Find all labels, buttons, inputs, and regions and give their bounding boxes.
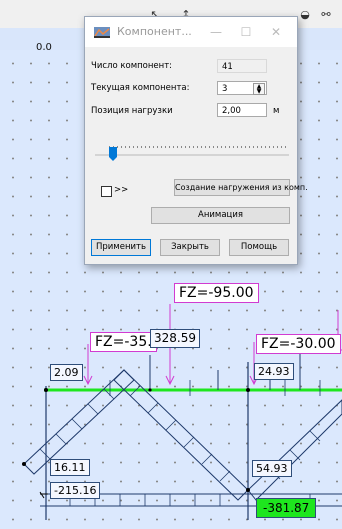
- expand-checkbox-label: >>: [114, 185, 129, 195]
- expand-checkbox[interactable]: [101, 186, 112, 197]
- slider-ticks: [109, 146, 289, 148]
- dialog-titlebar[interactable]: Компонент... — ☐ ✕: [85, 17, 297, 47]
- load-label-fz-30[interactable]: FZ=-30.00: [256, 334, 341, 354]
- force-value-215-16[interactable]: -215.16: [50, 482, 101, 499]
- dialog-title: Компонент...: [117, 25, 192, 38]
- load-label-fz-95[interactable]: FZ=-95.00: [174, 283, 259, 303]
- force-value-328[interactable]: 328.59: [150, 329, 200, 348]
- force-value-381-87[interactable]: -381.87: [256, 498, 317, 518]
- bucket-icon[interactable]: ◒: [297, 8, 313, 22]
- component-dialog: Компонент... — ☐ ✕ Число компонент: 41 Т…: [84, 16, 308, 265]
- load-position-input[interactable]: 2,00: [217, 103, 267, 117]
- force-value-16-11[interactable]: 16.11: [50, 459, 90, 476]
- force-value-2-09[interactable]: 2.09: [50, 364, 83, 381]
- close-button[interactable]: Закрыть: [160, 239, 220, 256]
- apply-button[interactable]: Применить: [91, 239, 151, 256]
- create-load-button[interactable]: Создание нагружения из комп.: [174, 179, 308, 196]
- link-icon[interactable]: ⚯: [318, 8, 334, 22]
- force-value-54-93[interactable]: 54.93: [252, 460, 292, 477]
- current-component-label: Текущая компонента:: [91, 83, 190, 93]
- app-icon: [94, 27, 110, 38]
- position-slider[interactable]: [95, 154, 289, 156]
- slider-thumb[interactable]: [108, 147, 117, 161]
- load-position-unit: м: [273, 106, 280, 116]
- load-label-fz-35[interactable]: FZ=-35.: [90, 332, 157, 352]
- spin-updown-icon[interactable]: ▲ ▼: [253, 83, 265, 95]
- close-icon[interactable]: ✕: [265, 23, 287, 41]
- animation-button[interactable]: Анимация: [151, 207, 290, 224]
- component-count-field: 41: [217, 59, 267, 73]
- current-component-stepper[interactable]: 3 ▲ ▼: [217, 81, 267, 95]
- help-button[interactable]: Помощь: [229, 239, 289, 256]
- minimize-icon[interactable]: —: [205, 23, 227, 41]
- maximize-icon[interactable]: ☐: [235, 23, 257, 41]
- current-component-value: 3: [222, 84, 228, 94]
- component-count-label: Число компонент:: [91, 61, 173, 71]
- force-value-24-93[interactable]: 24.93: [254, 363, 294, 380]
- load-position-label: Позиция нагрузки: [91, 106, 173, 116]
